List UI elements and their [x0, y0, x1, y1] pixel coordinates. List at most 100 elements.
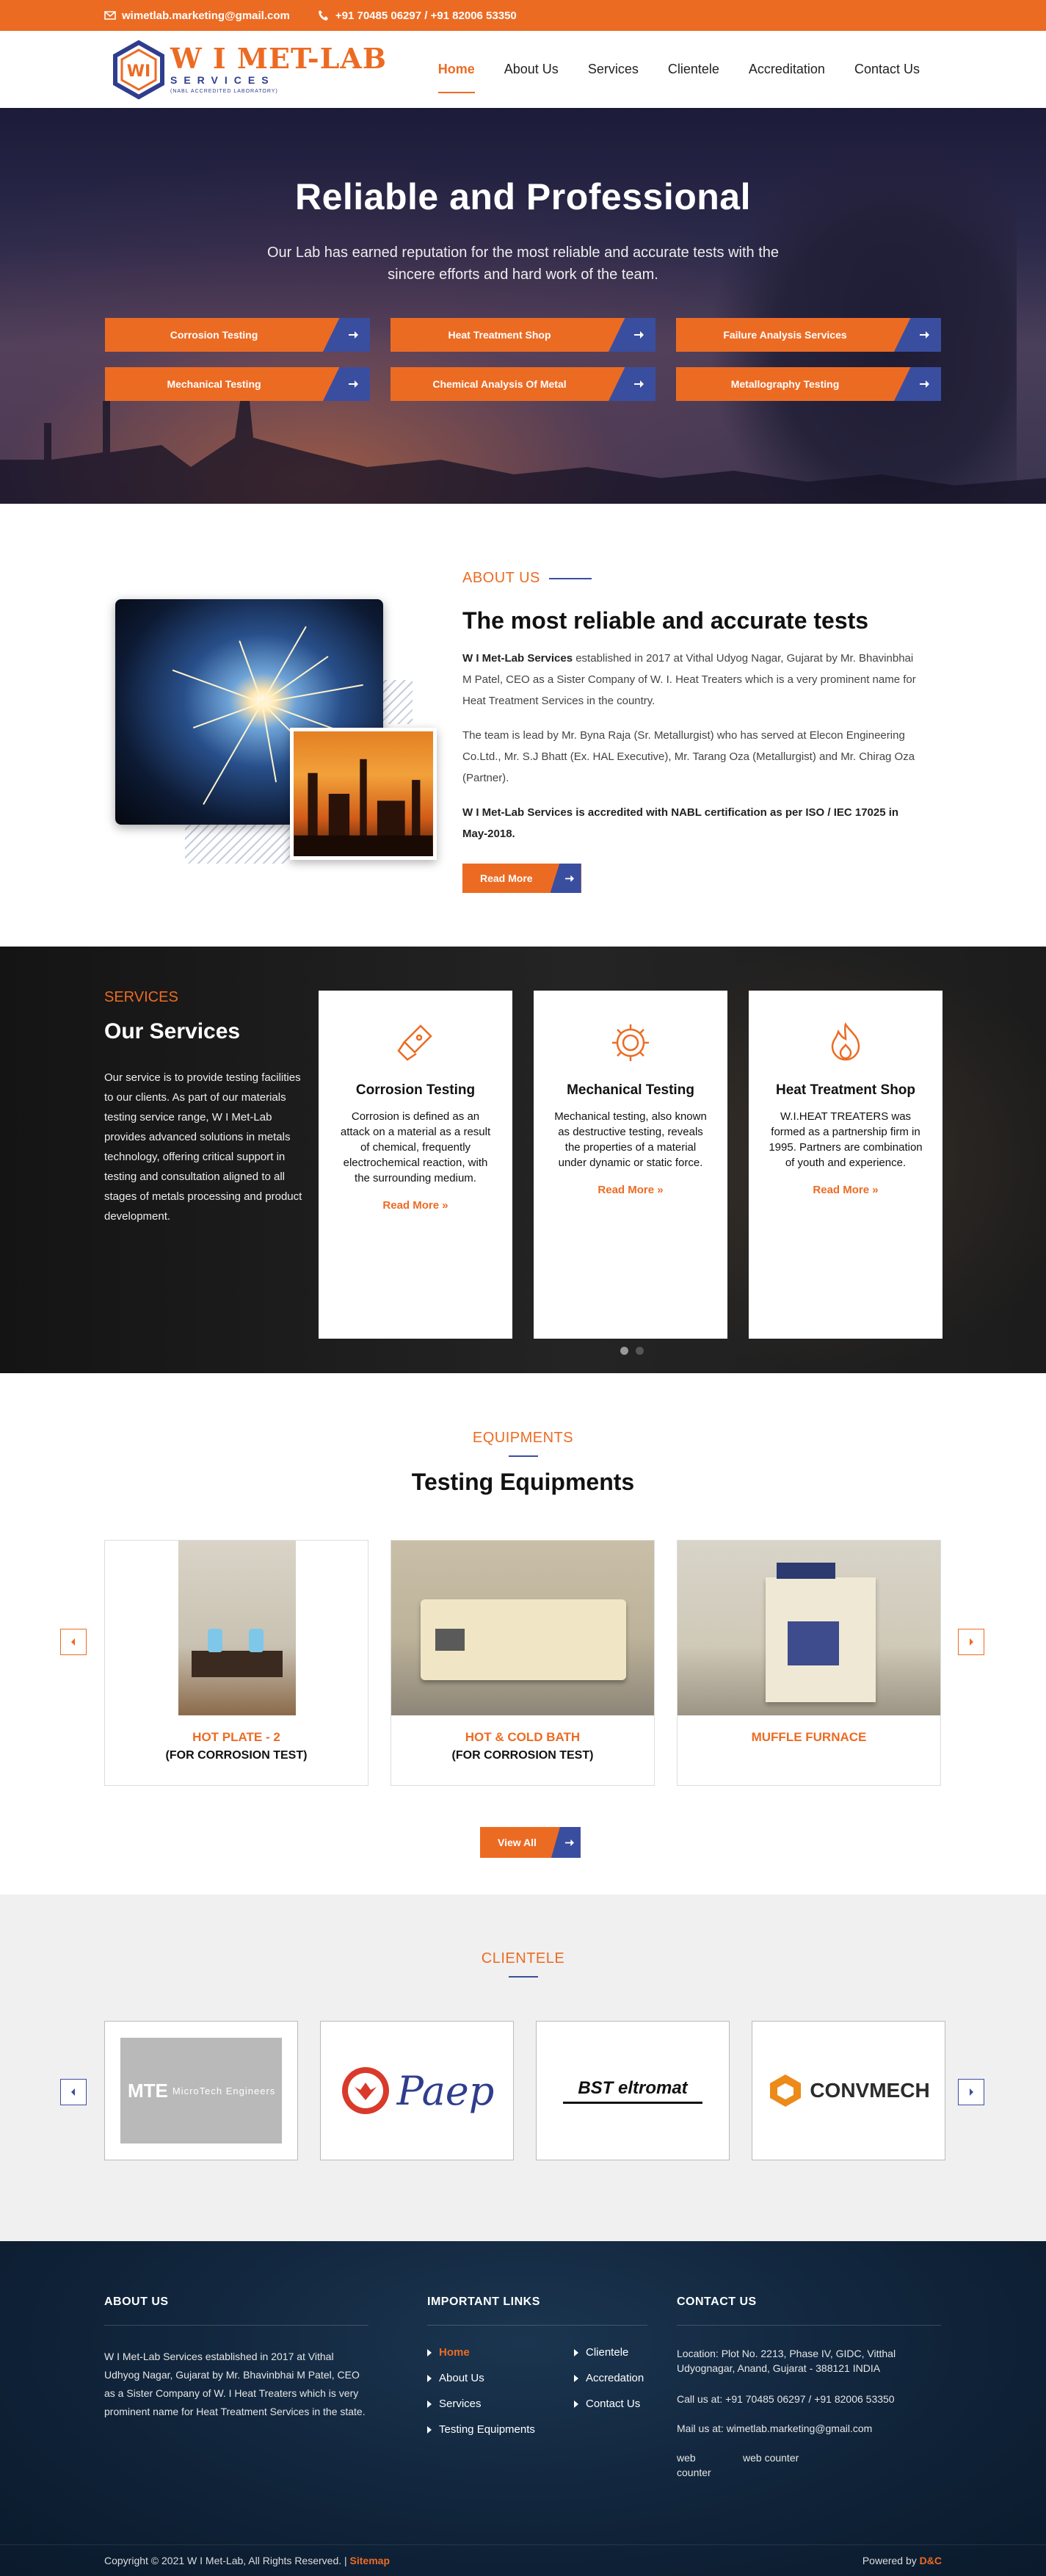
- hero-btn-chemical-analysis[interactable]: Chemical Analysis Of Metal: [391, 367, 655, 401]
- hero-btn-corrosion-testing[interactable]: Corrosion Testing: [105, 318, 370, 352]
- equip-next-button[interactable]: [958, 1629, 984, 1655]
- equipment-title: HOT & COLD BATH: [465, 1730, 581, 1744]
- footer-mail[interactable]: Mail us at: wimetlab.marketing@gmail.com: [677, 2421, 941, 2436]
- chevron-left-icon: [71, 2088, 75, 2096]
- hero-btn-heat-treatment-shop[interactable]: Heat Treatment Shop: [391, 318, 655, 352]
- powered-by-link[interactable]: D&C: [920, 2555, 942, 2566]
- refinery-photo: [290, 728, 437, 860]
- hero-btn-label: Heat Treatment Shop: [448, 329, 551, 341]
- web-counter-1: web counter: [677, 2452, 711, 2478]
- convmech-emblem-icon: [770, 2074, 802, 2107]
- sitemap-link[interactable]: Sitemap: [350, 2555, 390, 2566]
- about-read-more-button[interactable]: Read More: [462, 864, 581, 893]
- service-read-more-link[interactable]: Read More »: [762, 1184, 929, 1196]
- footer-call[interactable]: Call us at: +91 70485 06297 / +91 82006 …: [677, 2392, 941, 2406]
- client-logo-bst[interactable]: BST eltromat: [536, 2021, 730, 2160]
- carousel-dot-active[interactable]: [620, 1347, 628, 1355]
- footer-link-about-us[interactable]: About Us: [427, 2372, 574, 2384]
- equipments-section: EQUIPMENTS Testing Equipments HOT PLATE …: [0, 1373, 1046, 1895]
- service-card-corrosion[interactable]: Corrosion Testing Corrosion is defined a…: [319, 991, 512, 1339]
- footer-contact-title: CONTACT US: [677, 2295, 757, 2308]
- footer-link-label: Home: [439, 2346, 470, 2359]
- web-counter-2: web counter: [743, 2452, 799, 2464]
- footer-about: ABOUT US W I Met-Lab Services establishe…: [104, 2295, 368, 2421]
- equipment-card-hot-plate[interactable]: HOT PLATE - 2 (FOR CORROSION TEST): [104, 1540, 368, 1786]
- clientele-section: CLIENTELE MTE MicroTech Engineers Paep B…: [0, 1895, 1046, 2241]
- footer-link-label: Clientele: [586, 2346, 629, 2359]
- equipment-card-muffle-furnace[interactable]: MUFFLE FURNACE: [677, 1540, 941, 1786]
- arrow-right-icon: [634, 331, 644, 339]
- footer-link-services[interactable]: Services: [427, 2398, 574, 2410]
- brand-tagline: (NABL ACCREDITED LABORATORY): [170, 89, 278, 94]
- arrow-right-icon: [349, 331, 358, 339]
- service-card-heat-treatment[interactable]: Heat Treatment Shop W.I.HEAT TREATERS wa…: [749, 991, 943, 1339]
- about-paragraph-2: The team is lead by Mr. Byna Raja (Sr. M…: [462, 729, 915, 784]
- clients-prev-button[interactable]: [60, 2079, 87, 2105]
- hero-btn-label: Metallography Testing: [730, 378, 840, 390]
- nav-home[interactable]: Home: [424, 62, 490, 93]
- arrow-right-icon: [565, 875, 575, 882]
- footer-link-testing-equipments[interactable]: Testing Equipments: [427, 2423, 574, 2436]
- footer-link-label: Testing Equipments: [439, 2423, 535, 2436]
- service-card-text: Mechanical testing, also known as destru…: [554, 1110, 707, 1169]
- carousel-dot[interactable]: [636, 1347, 644, 1355]
- hot-plate-photo: [105, 1541, 368, 1715]
- arrow-right-icon: [349, 380, 358, 388]
- nav-accreditation[interactable]: Accreditation: [734, 62, 840, 77]
- footer-link-home[interactable]: Home: [427, 2346, 574, 2359]
- service-read-more-link[interactable]: Read More »: [547, 1184, 714, 1196]
- client-logo-paep[interactable]: Paep: [320, 2021, 514, 2160]
- arrow-right-icon: [634, 380, 644, 388]
- hero-button-grid: Corrosion Testing Heat Treatment Shop Fa…: [0, 318, 1046, 401]
- equipments-title: Testing Equipments: [411, 1469, 635, 1495]
- services-carousel: Corrosion Testing Corrosion is defined a…: [319, 991, 943, 1339]
- equipment-card-hot-cold-bath[interactable]: HOT & COLD BATH (FOR CORROSION TEST): [391, 1540, 655, 1786]
- decor-stripes-bottom: [185, 820, 291, 864]
- footer-link-label: Services: [439, 2398, 482, 2410]
- copyright-text: Copyright © 2021 W I Met-Lab, All Rights…: [104, 2555, 350, 2566]
- site-logo[interactable]: WI W I MET-LAB SERVICES (NABL ACCREDITED…: [112, 40, 387, 100]
- service-card-mechanical[interactable]: Mechanical Testing Mechanical testing, a…: [534, 991, 727, 1339]
- service-card-title: Corrosion Testing: [355, 1082, 476, 1098]
- footer-link-label: Contact Us: [586, 2398, 641, 2410]
- client-logo-convmech[interactable]: CONVMECH: [752, 2021, 945, 2160]
- microtech-mark: MTE: [128, 2079, 168, 2102]
- top-phone[interactable]: +91 70485 06297 / +91 82006 53350: [318, 10, 517, 22]
- nav-services[interactable]: Services: [573, 62, 653, 77]
- client-logo-microtech[interactable]: MTE MicroTech Engineers: [104, 2021, 298, 2160]
- about-paragraph-1: W I Met-Lab Services established in 2017…: [462, 648, 921, 712]
- footer-links: IMPORTANT LINKS Home Clientele About Us …: [427, 2295, 647, 2436]
- hero-btn-mechanical-testing[interactable]: Mechanical Testing: [105, 367, 370, 401]
- about-images: [115, 599, 437, 871]
- main-nav: Home About Us Services Clientele Accredi…: [424, 62, 934, 93]
- hero-btn-failure-analysis[interactable]: Failure Analysis Services: [676, 318, 941, 352]
- hero-btn-metallography-testing[interactable]: Metallography Testing: [676, 367, 941, 401]
- convmech-wordmark: CONVMECH: [810, 2079, 930, 2102]
- refinery-silhouette: [294, 759, 433, 856]
- footer-bottom-bar: Copyright © 2021 W I Met-Lab, All Rights…: [0, 2544, 1046, 2576]
- services-title: Our Services: [104, 1019, 241, 1043]
- site-header: WI W I MET-LAB SERVICES (NABL ACCREDITED…: [0, 31, 1046, 108]
- top-phone-text: +91 70485 06297 / +91 82006 53350: [335, 9, 517, 22]
- view-all-button[interactable]: View All: [480, 1827, 581, 1858]
- nav-clientele[interactable]: Clientele: [653, 62, 734, 77]
- about-company-name: W I Met-Lab Services: [462, 652, 573, 665]
- service-card-title: Heat Treatment Shop: [775, 1082, 916, 1098]
- services-section: SERVICES Our Services Our service is to …: [0, 947, 1046, 1373]
- site-footer: ABOUT US W I Met-Lab Services establishe…: [0, 2241, 1046, 2576]
- paep-emblem-icon: [341, 2067, 389, 2114]
- top-email[interactable]: wimetlab.marketing@gmail.com: [104, 10, 290, 22]
- clients-next-button[interactable]: [958, 2079, 984, 2105]
- read-more-label: Read More: [480, 872, 533, 884]
- hero-title: Reliable and Professional: [294, 176, 752, 217]
- chevron-right-icon: [970, 1638, 973, 1646]
- nav-contact-us[interactable]: Contact Us: [840, 62, 934, 77]
- equip-prev-button[interactable]: [60, 1629, 87, 1655]
- service-card-text: W.I.HEAT TREATERS was formed as a partne…: [769, 1110, 923, 1169]
- paep-wordmark: Paep: [396, 2067, 495, 2114]
- logo-hexagon-icon: WI: [113, 40, 164, 99]
- top-email-text: wimetlab.marketing@gmail.com: [122, 9, 290, 22]
- equipment-title: HOT PLATE - 2: [192, 1730, 280, 1744]
- service-read-more-link[interactable]: Read More »: [332, 1199, 499, 1212]
- nav-about-us[interactable]: About Us: [490, 62, 573, 77]
